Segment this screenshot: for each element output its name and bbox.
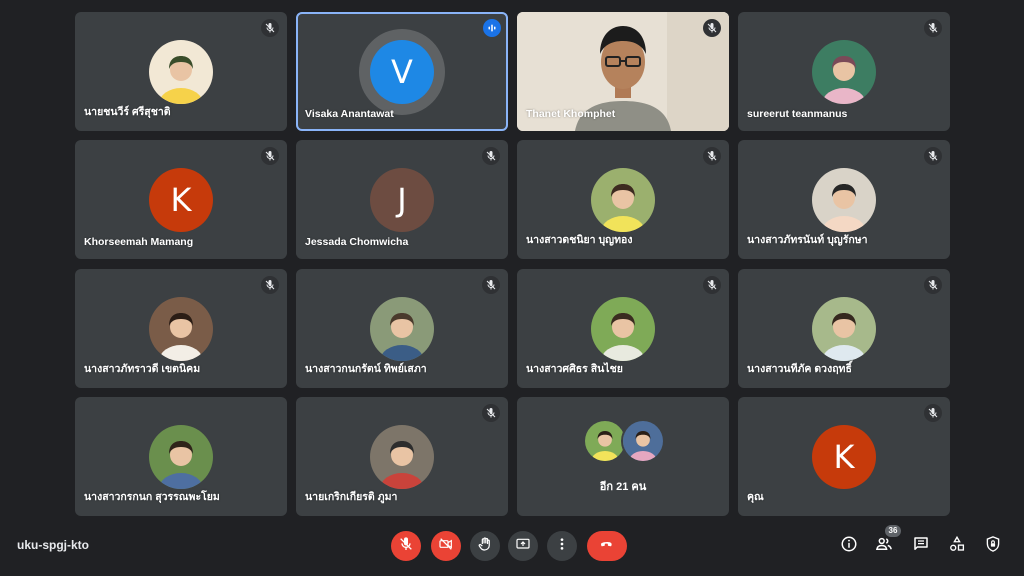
- present-now-button[interactable]: [508, 531, 538, 561]
- mic-off-icon: [261, 147, 279, 165]
- chat-icon: [912, 535, 930, 558]
- avatar: [370, 425, 434, 489]
- participant-tile[interactable]: นายชนวีร์ ศรีสุชาติ: [75, 12, 287, 131]
- participant-grid: นายชนวีร์ ศรีสุชาติ V Visaka Anantawat Than…: [0, 0, 1024, 520]
- participant-tile[interactable]: J Jessada Chomwicha: [296, 140, 508, 259]
- participant-tile[interactable]: นางสาวศศิธร สินไชย: [517, 269, 729, 388]
- mic-off-icon: [924, 19, 942, 37]
- participant-tile[interactable]: K คุณ: [738, 397, 950, 516]
- hand-icon: [477, 536, 493, 557]
- mic-off-icon: [482, 276, 500, 294]
- more-vert-icon: [554, 536, 570, 557]
- participant-name: Jessada Chomwicha: [305, 236, 409, 248]
- activities-button[interactable]: [945, 534, 969, 558]
- participant-tile[interactable]: นางสาวภัทราวดี เขตนิคม: [75, 269, 287, 388]
- participant-name: นางสาวนทีภัค ดวงฤทธิ์: [747, 363, 852, 375]
- participant-name: Visaka Anantawat: [305, 108, 394, 120]
- profile-photo: [149, 40, 213, 104]
- people-icon: [875, 535, 893, 558]
- participant-tile[interactable]: อีก 21 คน: [517, 397, 729, 516]
- mic-off-icon: [482, 404, 500, 422]
- participant-tile[interactable]: นางสาวกรกนก สุวรรณพะโยม: [75, 397, 287, 516]
- participant-tile[interactable]: sureerut teanmanus: [738, 12, 950, 131]
- participant-name: นางสาวภัทราวดี เขตนิคม: [84, 363, 201, 375]
- mic-toggle-button[interactable]: [391, 531, 421, 561]
- avatar: [621, 419, 665, 463]
- participant-tile[interactable]: นายเกริกเกียรติ ภูมา: [296, 397, 508, 516]
- camera-toggle-button[interactable]: [431, 531, 461, 561]
- meeting-details-button[interactable]: [837, 534, 861, 558]
- avatar: [149, 40, 213, 104]
- mic-off-icon: [703, 147, 721, 165]
- mic-off-icon: [398, 536, 414, 557]
- participant-name: Thanet Khomphet: [526, 108, 616, 120]
- hang-up-icon: [599, 536, 615, 557]
- shield-lock-icon: [984, 535, 1002, 558]
- participant-count-badge: 36: [885, 525, 901, 537]
- profile-photo: [149, 297, 213, 361]
- audio-wave-icon: [483, 19, 501, 37]
- avatar: K: [149, 168, 213, 232]
- participant-name: นายชนวีร์ ศรีสุชาติ: [84, 106, 171, 118]
- profile-photo: [585, 421, 625, 461]
- participant-name: sureerut teanmanus: [747, 108, 848, 120]
- avatar: J: [370, 168, 434, 232]
- participant-tile[interactable]: นางสาวดชนิยา บุญทอง: [517, 140, 729, 259]
- more-options-button[interactable]: [547, 531, 577, 561]
- avatar: [370, 297, 434, 361]
- profile-photo: [591, 297, 655, 361]
- participant-tile[interactable]: นางสาวนทีภัค ดวงฤทธิ์: [738, 269, 950, 388]
- profile-photo: [812, 40, 876, 104]
- avatar: K: [812, 425, 876, 489]
- avatar: [812, 297, 876, 361]
- mic-off-icon: [924, 147, 942, 165]
- meeting-code[interactable]: uku-spgj-kto: [17, 538, 89, 552]
- participant-name: Khorseemah Mamang: [84, 236, 194, 248]
- participant-name: นางสาวกรกนก สุวรรณพะโยม: [84, 491, 220, 503]
- participant-name: นายเกริกเกียรติ ภูมา: [305, 491, 398, 503]
- mic-off-icon: [703, 276, 721, 294]
- others-avatars: [583, 419, 667, 463]
- mic-off-icon: [924, 404, 942, 422]
- profile-photo: [149, 425, 213, 489]
- avatar: [149, 425, 213, 489]
- avatar: [591, 168, 655, 232]
- info-icon: [840, 535, 858, 558]
- present-screen-icon: [515, 536, 531, 557]
- mic-off-icon: [482, 147, 500, 165]
- mic-off-icon: [261, 19, 279, 37]
- participant-name: นางสาวดชนิยา บุญทอง: [526, 234, 633, 246]
- profile-photo: [591, 168, 655, 232]
- leave-call-button[interactable]: [587, 531, 627, 561]
- activities-icon: [948, 535, 966, 558]
- people-button[interactable]: [872, 534, 896, 558]
- host-controls-button[interactable]: [981, 534, 1005, 558]
- chat-button[interactable]: [909, 534, 933, 558]
- participant-tile[interactable]: Thanet Khomphet: [517, 12, 729, 131]
- participant-name: นางสาวภัทรนันท์ บุญรักษา: [747, 234, 868, 246]
- more-participants-label: อีก 21 คน: [599, 481, 647, 493]
- participant-name: นางสาวกนกรัตน์ ทิพย์เสภา: [305, 363, 427, 375]
- participant-name: คุณ: [747, 491, 764, 503]
- profile-photo: [370, 425, 434, 489]
- avatar: [812, 40, 876, 104]
- avatar: V: [370, 40, 434, 104]
- camera-off-icon: [438, 536, 454, 557]
- participant-tile[interactable]: V Visaka Anantawat: [296, 12, 508, 131]
- profile-photo: [812, 168, 876, 232]
- mic-off-icon: [261, 276, 279, 294]
- profile-photo: [812, 297, 876, 361]
- participant-name: นางสาวศศิธร สินไชย: [526, 363, 623, 375]
- mic-off-icon: [703, 19, 721, 37]
- participant-tile[interactable]: นางสาวภัทรนันท์ บุญรักษา: [738, 140, 950, 259]
- participant-tile[interactable]: นางสาวกนกรัตน์ ทิพย์เสภา: [296, 269, 508, 388]
- avatar: [149, 297, 213, 361]
- mic-off-icon: [924, 276, 942, 294]
- raise-hand-button[interactable]: [470, 531, 500, 561]
- profile-photo: [623, 421, 663, 461]
- participant-tile[interactable]: K Khorseemah Mamang: [75, 140, 287, 259]
- avatar: [812, 168, 876, 232]
- profile-photo: [370, 297, 434, 361]
- avatar: [591, 297, 655, 361]
